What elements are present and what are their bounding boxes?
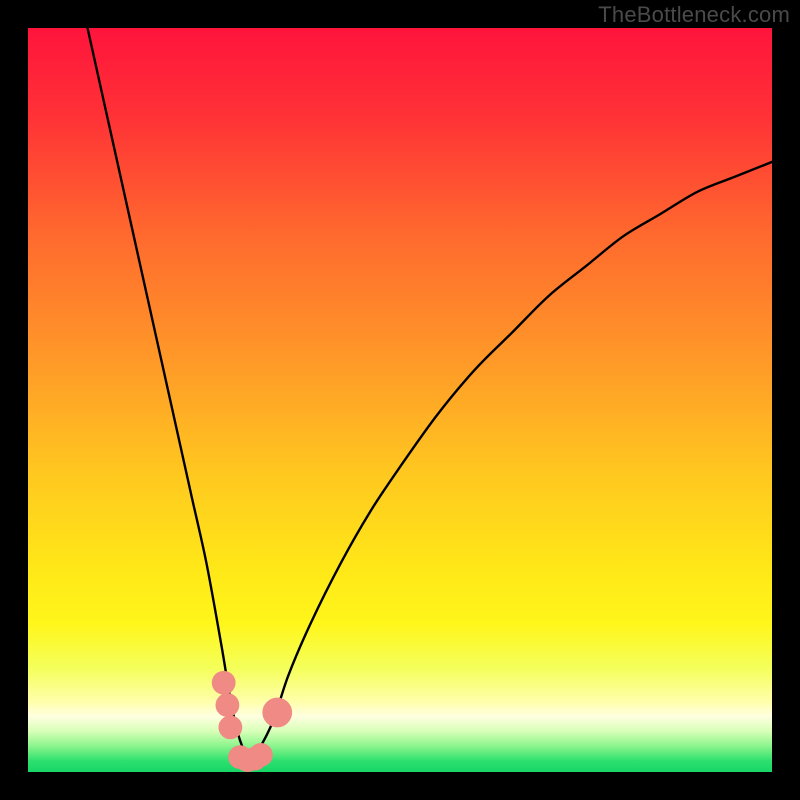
marker-right-dot [262, 698, 292, 728]
marker-left-cluster [215, 693, 239, 717]
marker-left-cluster [212, 671, 236, 695]
bottleneck-chart [28, 28, 772, 772]
watermark-label: TheBottleneck.com [598, 2, 790, 28]
marker-left-cluster [218, 715, 242, 739]
chart-frame: TheBottleneck.com [0, 0, 800, 800]
marker-valley-floor [249, 743, 273, 767]
plot-background [28, 28, 772, 772]
